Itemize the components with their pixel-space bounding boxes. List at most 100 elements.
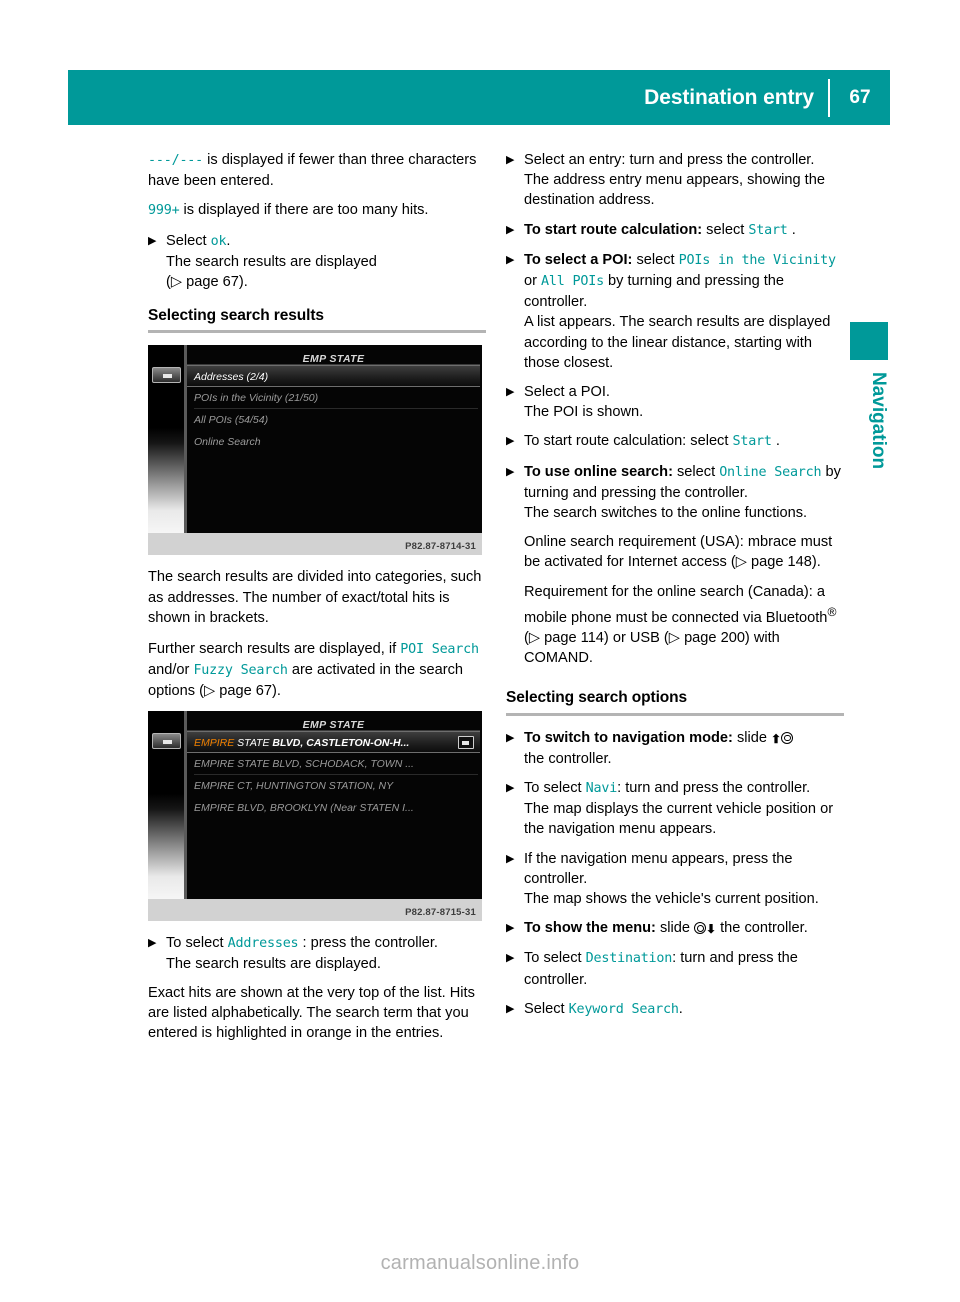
step-route-bold: To start route calculation: <box>524 221 703 238</box>
highlighted-search-term: EMPIRE <box>194 736 235 749</box>
comand-screen: EMP STATE EMPIRE STATE BLVD, CASTLETON-O… <box>148 710 482 899</box>
step-select-entry: ▶ Select an entry: turn and press the co… <box>506 150 844 211</box>
step-online-rest: select <box>672 463 720 480</box>
step-select-keyword-search: ▶ Select Keyword Search. <box>506 999 844 1020</box>
paragraph-categories: The search results are divided into cate… <box>148 569 482 626</box>
table-row[interactable]: EMPIRE STATE BLVD, CASTLETON-ON-H... <box>187 730 480 753</box>
paragraph-999: 999+ is displayed if there are too many … <box>148 200 486 221</box>
bullet-arrow-icon: ▶ <box>506 852 515 865</box>
step-select-poi-cont: The POI is shown. <box>524 404 644 421</box>
heading-selecting-search-results: Selecting search results <box>148 307 324 325</box>
step-select-entry-text: Select an entry: turn and press the cont… <box>524 152 815 168</box>
comand-screenshot-address-results: EMP STATE EMPIRE STATE BLVD, CASTLETON-O… <box>148 710 482 921</box>
step-select-addresses: ▶ To select Addresses : press the contro… <box>148 933 486 974</box>
step-select-navi: ▶ To select Navi: turn and press the con… <box>506 778 844 840</box>
bullet-arrow-icon: ▶ <box>506 435 515 448</box>
step-online-cont2: Online search requirement (USA): mbrace … <box>524 534 833 571</box>
step-select-a-poi: ▶ Select a POI. The POI is shown. <box>506 382 844 422</box>
page-number: 67 <box>849 86 871 108</box>
step-online-cont1: The search switches to the online functi… <box>524 505 808 522</box>
step-start-route-calculation-2: ▶ To start route calculation: select Sta… <box>506 431 844 452</box>
bullet-arrow-icon: ▶ <box>506 952 515 965</box>
step-select-destination: ▶ To select Destination: turn and press … <box>506 948 844 989</box>
heading-selecting-search-options: Selecting search options <box>506 689 688 707</box>
step-poi-or: or <box>524 273 542 290</box>
code-all-pois: All POIs <box>541 274 604 290</box>
step-select-poi-text: Select a POI. <box>524 384 610 401</box>
bullet-arrow-icon: ▶ <box>148 234 157 247</box>
code-999plus: 999+ <box>148 203 180 219</box>
heading-rule <box>506 712 844 716</box>
step-route-rest: select <box>702 221 749 238</box>
figure-caption-text: P82.87-8714-31 <box>405 541 476 553</box>
step-addresses-pre: To select <box>166 934 228 951</box>
comand-screenshot-search-categories: EMP STATE Addresses (2/4) POIs in the Vi… <box>148 345 482 556</box>
paragraph-further-results: Further search results are displayed, if… <box>148 639 486 702</box>
step-route-post: . <box>787 221 796 238</box>
text-999-rest: is displayed if there are too many hits. <box>179 202 429 219</box>
slide-down-arrow-icon: ⬇ <box>706 922 717 937</box>
slide-up-arrow-icon: ⬆ <box>771 731 782 746</box>
bullet-arrow-icon: ▶ <box>148 936 157 949</box>
bullet-arrow-icon: ▶ <box>506 223 515 236</box>
step-route2-pre: To start route calculation: select <box>524 433 733 450</box>
text-further-2: and/or <box>148 662 194 679</box>
step-show-the-menu: ▶ To show the menu: slide ⬇ the controll… <box>506 918 844 939</box>
text-further-1: Further search results are displayed, if <box>148 641 401 658</box>
code-ok: ok <box>210 233 227 249</box>
step-online-cont3-a: Requirement for the online search (Canad… <box>524 583 828 626</box>
right-column: ▶ Select an entry: turn and press the co… <box>506 150 844 1029</box>
step-navi-cont: The map displays the current vehicle pos… <box>524 801 834 838</box>
step-dest-pre: To select <box>524 950 586 967</box>
list-item-label: Addresses (2/4) <box>194 371 269 384</box>
row-text: EMPIRE CT, HUNTINGTON STATION, NY <box>194 779 394 792</box>
controller-ring-icon <box>781 731 794 744</box>
step-if-navigation-menu: ▶ If the navigation menu appears, press … <box>506 849 844 910</box>
expand-badge-icon[interactable] <box>458 735 474 749</box>
step-online-bold: To use online search: <box>524 463 673 480</box>
figure-caption-2: P82.87-8715-31 <box>148 898 482 921</box>
step-nav-cont: the controller. <box>524 750 612 767</box>
heading-rule <box>148 330 486 334</box>
paragraph-exact-hits: Exact hits are shown at the very top of … <box>148 985 475 1042</box>
step-showmenu-rest: slide <box>655 920 695 937</box>
step-select-ok-ref: (▷ page 67). <box>166 274 248 291</box>
table-row[interactable]: EMPIRE CT, HUNTINGTON STATION, NY <box>187 775 480 797</box>
comand-screen: EMP STATE Addresses (2/4) POIs in the Vi… <box>148 345 482 534</box>
step-use-online-search: ▶ To use online search: select Online Se… <box>506 462 844 669</box>
step-ifmenu-cont: The map shows the vehicle's current posi… <box>524 890 819 907</box>
left-column: ---/--- is displayed if fewer than three… <box>148 150 486 1053</box>
back-button-icon[interactable] <box>152 367 181 384</box>
list-item-label: POIs in the Vicinity (21/50) <box>194 392 319 405</box>
list-item[interactable]: All POIs (54/54) <box>187 409 480 431</box>
step-ifmenu-text: If the navigation menu appears, press th… <box>524 850 793 887</box>
list-item[interactable]: POIs in the Vicinity (21/50) <box>187 387 480 410</box>
step-keyword-pre: Select <box>524 1000 569 1017</box>
code-online-search: Online Search <box>719 464 822 480</box>
step-addresses-cont: The search results are displayed. <box>166 955 381 972</box>
step-start-route-calculation: ▶ To start route calculation: select Sta… <box>506 220 844 241</box>
paragraph-dashes: ---/--- is displayed if fewer than three… <box>148 150 486 191</box>
step-navi-pre: To select <box>524 779 586 796</box>
step-poi-rest: select <box>632 251 679 268</box>
page-header: Destination entry 67 <box>68 70 890 125</box>
back-button-icon[interactable] <box>152 732 181 749</box>
code-destination: Destination <box>585 951 673 967</box>
list-item[interactable]: Addresses (2/4) <box>187 365 480 388</box>
comand-result-list-2: EMPIRE STATE BLVD, CASTLETON-ON-H... EMP… <box>187 730 480 819</box>
table-row[interactable]: EMPIRE STATE BLVD, SCHODACK, TOWN ... <box>187 753 480 775</box>
step-navi-post: : turn and press the controller. <box>617 779 811 796</box>
code-keyword-search: Keyword Search <box>568 1001 679 1017</box>
step-poi-bold: To select a POI: <box>524 251 633 268</box>
bullet-arrow-icon: ▶ <box>506 386 515 399</box>
step-poi-cont: A list appears. The search results are d… <box>524 314 831 371</box>
code-start-2: Start <box>732 434 772 450</box>
code-dashes: ---/--- <box>148 153 204 168</box>
step-addresses-post: : press the controller. <box>298 934 438 951</box>
list-item[interactable]: Online Search <box>187 431 480 453</box>
step-nav-rest: slide <box>732 729 772 746</box>
table-row[interactable]: EMPIRE BLVD, BROOKLYN (Near STATEN I... <box>187 797 480 819</box>
controller-ring-icon <box>694 922 707 935</box>
step-select-ok-pre: Select <box>166 232 211 249</box>
section-tab-label: Navigation <box>868 372 889 470</box>
